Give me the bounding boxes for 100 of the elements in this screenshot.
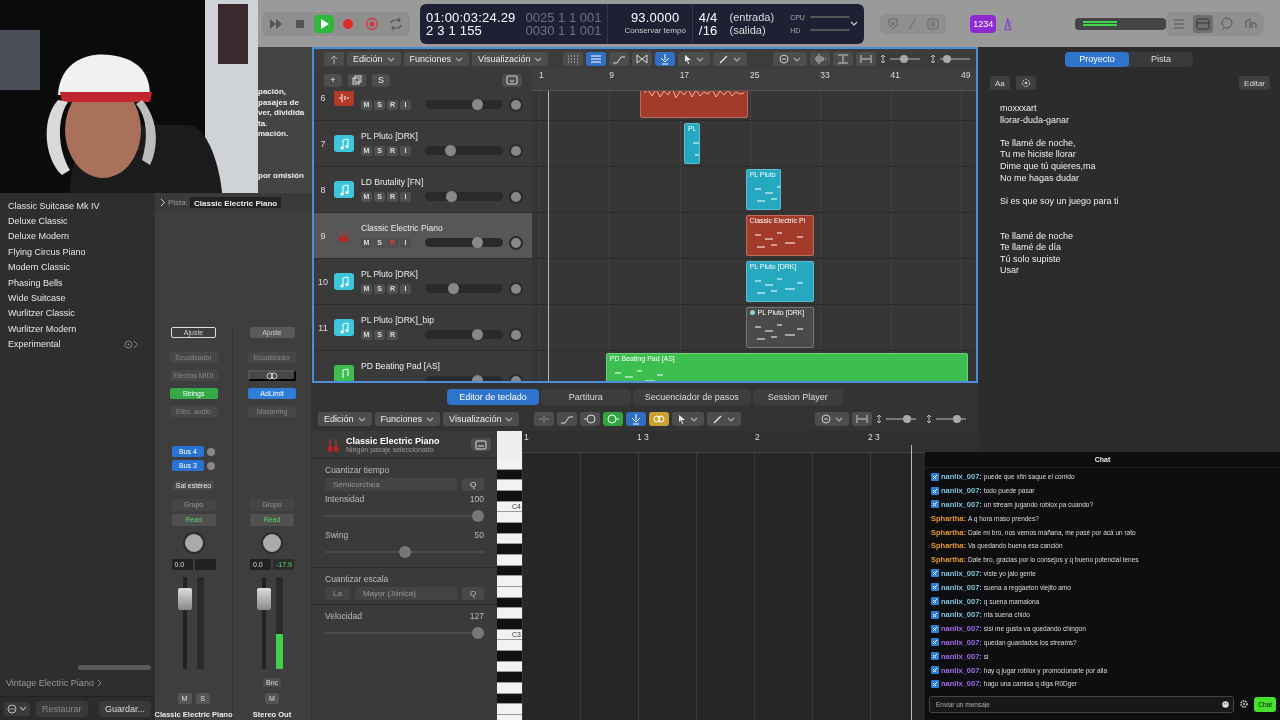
back-button[interactable] <box>324 52 344 66</box>
edit-button[interactable]: Editar <box>1239 76 1270 90</box>
settings-icon[interactable] <box>1240 700 1249 709</box>
action-menu[interactable] <box>4 701 30 716</box>
volume-slider[interactable] <box>425 192 503 201</box>
fit-button[interactable] <box>833 52 853 66</box>
library-item[interactable]: Wide Suitcase <box>0 290 155 306</box>
midi-in-button[interactable] <box>603 412 624 426</box>
slider-thumb[interactable] <box>471 99 483 110</box>
font-button[interactable]: Aa <box>990 76 1010 90</box>
volume-slider[interactable] <box>425 146 503 155</box>
horizontal-zoom-slider[interactable] <box>940 55 970 63</box>
volume-slider[interactable] <box>425 284 503 293</box>
menu-button[interactable]: Edición <box>347 52 401 66</box>
fit-width-button[interactable] <box>852 412 872 426</box>
library-item[interactable]: Deluxe Classic <box>0 213 155 229</box>
library-item[interactable]: Classic Suitcase Mk IV <box>0 198 155 214</box>
slider-thumb[interactable] <box>952 415 961 423</box>
pencil-tool-menu[interactable] <box>713 52 748 66</box>
menu-button[interactable]: Funciones <box>374 412 441 426</box>
notes-tab[interactable]: Pista <box>1129 51 1193 67</box>
volume-slider[interactable] <box>425 238 503 247</box>
slider-thumb[interactable] <box>448 283 460 294</box>
slider-thumb[interactable] <box>445 145 457 156</box>
fader-handle[interactable] <box>178 587 192 610</box>
editor-tab[interactable]: Editor de teclado <box>447 389 539 405</box>
flex-button[interactable] <box>632 52 653 66</box>
library-item[interactable]: Experimental <box>0 336 155 352</box>
pan-knob[interactable] <box>182 532 205 554</box>
catch-menu[interactable] <box>773 52 807 66</box>
emote-icon[interactable] <box>1222 700 1230 708</box>
slider-thumb[interactable] <box>471 237 483 248</box>
editor-tab[interactable]: Secuenciador de pasos <box>632 389 751 405</box>
fit-width-button[interactable] <box>856 52 876 66</box>
settings-button[interactable] <box>1015 76 1036 90</box>
chevron-icon[interactable] <box>160 197 166 207</box>
waveform-button[interactable] <box>810 52 830 66</box>
pointer-tool-menu[interactable] <box>672 412 705 426</box>
scrollbar[interactable] <box>78 665 151 670</box>
slider-thumb[interactable] <box>899 55 908 63</box>
editor-tab[interactable]: Session Player <box>752 389 843 405</box>
fader-handle[interactable] <box>256 587 271 610</box>
volume-slider[interactable] <box>425 100 503 109</box>
slider-thumb[interactable] <box>472 510 484 522</box>
pan-knob[interactable] <box>509 189 523 204</box>
scale-mode-select[interactable]: Mayor (Jónica) <box>354 587 457 600</box>
caret-icon[interactable] <box>850 21 859 26</box>
pan-knob[interactable] <box>509 97 523 112</box>
timeline-ruler[interactable]: 1 9 17 25 33 41 49 <box>532 69 976 91</box>
slider-thumb[interactable] <box>445 191 457 202</box>
library-item[interactable]: Deluxe Modern <box>0 228 155 245</box>
pan-knob[interactable] <box>509 235 523 250</box>
slider-thumb[interactable] <box>398 546 411 558</box>
view-button[interactable] <box>471 438 491 451</box>
curve-button[interactable] <box>609 52 630 66</box>
window-button[interactable] <box>1193 14 1213 33</box>
library-item[interactable]: Phasing Bells <box>0 274 155 291</box>
pan-knob[interactable] <box>509 281 523 296</box>
grid-button[interactable] <box>563 52 584 66</box>
quantize-button[interactable]: Q <box>462 478 484 491</box>
catch-menu[interactable] <box>815 412 849 426</box>
slider-thumb[interactable] <box>943 55 952 63</box>
library-item[interactable]: Modern Classic <box>0 259 155 275</box>
play-button[interactable] <box>314 14 334 33</box>
library-item[interactable]: Flying Circus Piano <box>0 244 155 260</box>
snap-button[interactable] <box>626 412 647 426</box>
slider-thumb[interactable] <box>471 329 483 340</box>
volume-slider[interactable] <box>425 330 503 339</box>
collapse-button[interactable] <box>534 412 555 426</box>
quantize-select[interactable]: Semicorchea <box>325 478 457 491</box>
solo-button[interactable]: S <box>372 73 390 87</box>
pointer-tool-menu[interactable] <box>678 52 711 66</box>
midi-out-button[interactable] <box>580 412 601 426</box>
menu-button[interactable]: Visualización <box>443 412 520 426</box>
notes-tab[interactable]: Proyecto <box>1065 51 1129 67</box>
menu-button[interactable]: Edición <box>318 412 372 426</box>
duplicate-track-button[interactable] <box>348 73 366 87</box>
link-button[interactable] <box>248 370 296 381</box>
curve-button[interactable] <box>557 412 578 426</box>
menu-button[interactable]: Funciones <box>403 52 470 66</box>
slider-thumb[interactable] <box>472 627 484 639</box>
library-item[interactable]: Wurlitzer Modern <box>0 321 155 337</box>
list-button[interactable] <box>586 52 607 66</box>
link-button[interactable] <box>649 412 670 426</box>
footer-button[interactable]: Guardar... <box>98 700 151 717</box>
menu-button[interactable]: Visualización <box>472 52 549 66</box>
count-in-button[interactable]: 1234 <box>970 14 997 33</box>
library-item[interactable]: Wurlitzer Classic <box>0 305 155 322</box>
quantize-button[interactable]: Q <box>462 587 484 600</box>
pan-knob[interactable] <box>509 327 523 342</box>
metronome-icon[interactable] <box>1001 16 1015 31</box>
editor-tab[interactable]: Partitura <box>540 389 631 405</box>
slider-thumb[interactable] <box>902 415 911 423</box>
snap-button[interactable] <box>655 52 676 66</box>
track-options-button[interactable] <box>502 73 522 87</box>
timeline-ruler[interactable]: 1 1 3 2 2 3 <box>522 431 978 453</box>
add-track-button[interactable]: + <box>324 73 342 87</box>
scale-root-select[interactable]: La <box>325 587 350 600</box>
pan-knob[interactable] <box>261 532 283 554</box>
pencil-tool-menu[interactable] <box>707 412 742 426</box>
